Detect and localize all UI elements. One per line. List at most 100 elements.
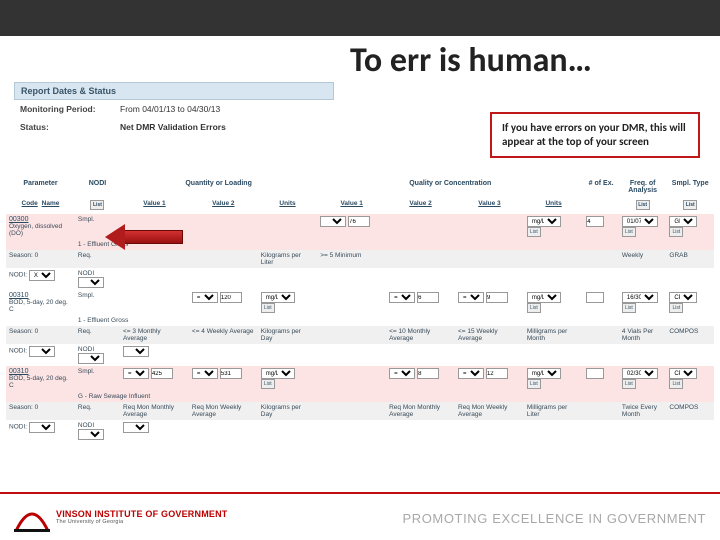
units-select[interactable]: mg/L (261, 368, 295, 379)
row-label: Req. (75, 250, 120, 268)
nodi-select[interactable] (123, 346, 149, 357)
value-input[interactable] (348, 216, 370, 227)
nodi-select[interactable] (78, 353, 104, 364)
hdr-smpl-type: Smpl. Type (666, 178, 714, 198)
req-cell: GRAB (666, 250, 714, 268)
value-input[interactable] (151, 368, 173, 379)
units-select[interactable]: mg/L (527, 292, 561, 303)
num-ex-input[interactable] (586, 216, 604, 227)
nodi-select[interactable] (78, 277, 104, 288)
value-input[interactable] (486, 368, 508, 379)
list-button[interactable]: List (527, 303, 541, 313)
value-input[interactable] (220, 368, 242, 379)
list-button[interactable]: List (527, 379, 541, 389)
param-code[interactable]: 00310 (9, 292, 28, 299)
list-button[interactable]: List (527, 227, 541, 237)
list-button[interactable]: List (261, 303, 275, 313)
hdr-nodi: NODI (75, 178, 120, 198)
sub-units: Units (258, 198, 317, 214)
hdr-qty: Quantity or Loading (120, 178, 317, 198)
list-button[interactable]: List (622, 303, 636, 313)
value-input[interactable] (220, 292, 242, 303)
table-row: NODI: XNODI (6, 268, 714, 290)
list-button[interactable]: List (622, 227, 636, 237)
req-cell: COMPOS (666, 402, 714, 420)
table-row: NODI: NODI (6, 344, 714, 366)
nodi-select[interactable] (78, 429, 104, 440)
req-cell: Kilograms per Day (258, 326, 317, 344)
num-ex-input[interactable] (586, 368, 604, 379)
error-callout: If you have errors on your DMR, this wil… (490, 112, 700, 158)
nodi-select[interactable] (29, 422, 55, 433)
param-name: Oxygen, dissolved (DO) (9, 223, 62, 237)
list-button[interactable]: List (622, 379, 636, 389)
param-name: BOD, 5-day, 20 deg. C (9, 299, 68, 313)
list-button[interactable]: List (669, 379, 683, 389)
num-ex-input[interactable] (586, 292, 604, 303)
nodi-label: NODI (75, 268, 120, 290)
arch-icon (14, 503, 50, 533)
status-value: Net DMR Validation Errors (120, 122, 328, 132)
list-button[interactable]: List (683, 200, 697, 210)
smpl-select[interactable]: CP (669, 368, 697, 379)
status-row-monitoring: Monitoring Period: From 04/01/13 to 04/3… (14, 100, 334, 118)
smpl-select[interactable]: CP (669, 292, 697, 303)
nodi-label: NODI: (6, 344, 75, 366)
row-label: Req. (75, 326, 120, 344)
nodi-label: NODI: X (6, 268, 75, 290)
op-select[interactable]: = (458, 292, 484, 303)
smpl-select[interactable]: GR (669, 216, 697, 227)
value-input[interactable] (486, 292, 508, 303)
list-button[interactable]: List (90, 200, 104, 210)
param-code[interactable]: 00310 (9, 368, 28, 375)
list-button[interactable]: List (669, 227, 683, 237)
param-code[interactable]: 00300 (9, 216, 28, 223)
subheader-row: Code Name List Value 1 Value 2 Units Val… (6, 198, 714, 214)
req-cell: >= 5 Minimum (317, 250, 386, 268)
req-cell (317, 402, 386, 420)
req-cell: Kilograms per Liter (258, 250, 317, 268)
hdr-num-ex: # of Ex. (583, 178, 619, 198)
units-select[interactable]: mg/L (527, 216, 561, 227)
table-row: Season: 0Req.Req Mon Monthly AverageReq … (6, 402, 714, 420)
op-select[interactable]: = (123, 368, 149, 379)
op-select[interactable]: = (192, 368, 218, 379)
freq-select[interactable]: 16/30 (622, 292, 658, 303)
nodi-select[interactable] (123, 422, 149, 433)
nodi-select[interactable] (29, 346, 55, 357)
status-value: From 04/01/13 to 04/30/13 (120, 104, 328, 114)
season-label: Season: 0 (6, 326, 75, 344)
list-button[interactable]: List (636, 200, 650, 210)
op-select[interactable]: = (389, 292, 415, 303)
units-select[interactable]: mg/L (261, 292, 295, 303)
row-label: Smpl. (75, 366, 120, 391)
highlight-arrow (105, 226, 183, 248)
freq-select[interactable]: 01/07 (622, 216, 658, 227)
req-cell: Weekly (619, 250, 667, 268)
sub-v1: Value 1 (120, 198, 189, 214)
op-select[interactable]: = (192, 292, 218, 303)
sub-qv2: Value 2 (386, 198, 455, 214)
slide-title: To err is human… (350, 40, 592, 81)
freq-select[interactable]: 02/30 (622, 368, 658, 379)
status-row-status: Status: Net DMR Validation Errors (14, 118, 334, 136)
season-label: Season: 0 (6, 402, 75, 420)
op-select[interactable] (320, 216, 346, 227)
hdr-freq: Freq. of Analysis (619, 178, 667, 198)
table-row: 00310BOD, 5-day, 20 deg. CSmpl.= = mg/LL… (6, 366, 714, 391)
req-cell (524, 250, 583, 268)
value-input[interactable] (417, 368, 439, 379)
value-input[interactable] (417, 292, 439, 303)
op-select[interactable]: = (389, 368, 415, 379)
list-button[interactable]: List (261, 379, 275, 389)
req-cell: Req Mon Monthly Average (386, 402, 455, 420)
sub-v2: Value 2 (189, 198, 258, 214)
header-row: Parameter NODI Quantity or Loading Quali… (6, 178, 714, 198)
table-row: Season: 0Req.<= 3 Monthly Average<= 4 We… (6, 326, 714, 344)
op-select[interactable]: = (458, 368, 484, 379)
list-button[interactable]: List (669, 303, 683, 313)
sub-qunits: Units (524, 198, 583, 214)
param-detail: 1 - Effluent Gross (75, 315, 714, 326)
nodi-select[interactable]: X (29, 270, 55, 281)
units-select[interactable]: mg/L (527, 368, 561, 379)
